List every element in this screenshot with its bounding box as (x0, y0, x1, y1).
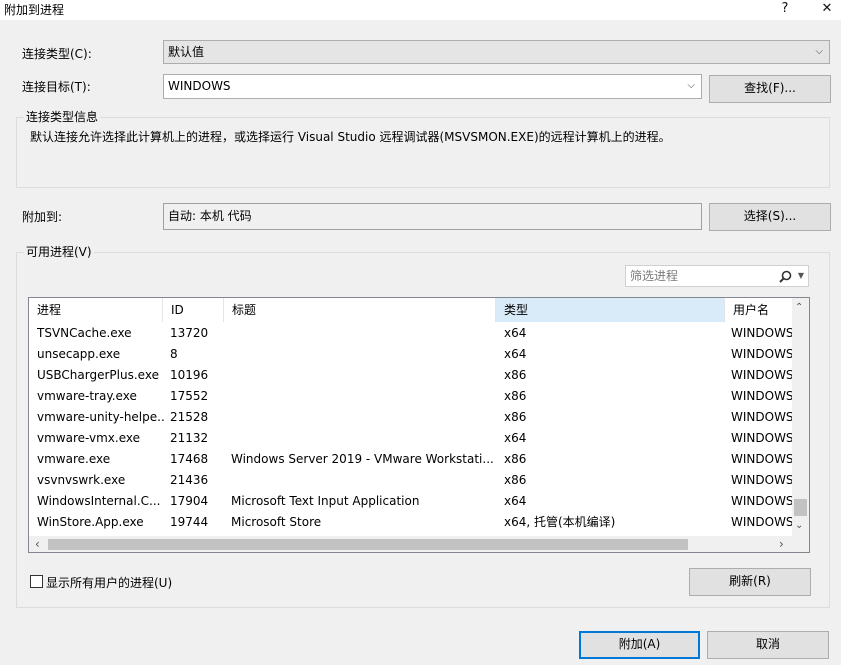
table-row[interactable]: WindowsInternal.C... 17904 Microsoft Text … (29, 491, 793, 512)
cell-process: TSVNCache.exe (37, 326, 132, 340)
vertical-scroll-thumb[interactable] (794, 499, 807, 516)
column-header-type[interactable]: 类型 (496, 298, 725, 322)
cell-id: 17904 (170, 494, 209, 508)
cell-username: WINDOWS (731, 326, 793, 340)
process-list[interactable]: 进程 ID 标题 类型 用户名 TSVNCache.exe 13720 x64 WIN… (28, 297, 810, 553)
column-header-title[interactable]: 标题 (224, 298, 496, 322)
table-row[interactable]: vmware.exe 17468 Windows Server 2019 - VMw… (29, 449, 793, 470)
cell-id: 21132 (170, 431, 209, 445)
cell-id: 17468 (170, 452, 209, 466)
cell-id: 10196 (170, 368, 209, 382)
cell-type: x64 (504, 494, 527, 508)
cell-process: USBChargerPlus.exe (37, 368, 159, 382)
cell-title: Windows Server 2019 - VMware Workstati..… (231, 452, 493, 466)
cell-type: x64 (504, 431, 527, 445)
connection-target-label: 连接目标(T): (22, 80, 91, 94)
cell-type: x86 (504, 389, 527, 403)
cancel-button[interactable]: 取消 (707, 631, 829, 659)
cell-type: x64 (504, 347, 527, 361)
dropdown-arrow-icon[interactable]: ▼ (798, 266, 804, 286)
table-row[interactable]: unsecapp.exe 8 x64 WINDOWS (29, 344, 793, 365)
cell-process: unsecapp.exe (37, 347, 121, 361)
cell-type: x86 (504, 410, 527, 424)
search-icon[interactable] (779, 270, 792, 283)
cell-type: x64, 托管(本机编译) (504, 515, 616, 529)
cell-username: WINDOWS (731, 515, 793, 529)
horizontal-scrollbar[interactable]: ‹ › (29, 536, 793, 552)
scroll-up-icon[interactable]: ⌃ (795, 302, 803, 313)
attach-to-value: 自动: 本机 代码 (168, 209, 252, 223)
connection-info-text: 默认连接允许选择此计算机上的进程，或选择运行 Visual Studio 远程调… (30, 130, 671, 144)
cell-username: WINDOWS (731, 368, 793, 382)
cell-type: x86 (504, 368, 527, 382)
table-row[interactable]: vsvnvswrk.exe 21436 x86 WINDOWS (29, 470, 793, 491)
cell-process: WindowsInternal.C... (37, 494, 161, 508)
column-header-id[interactable]: ID (163, 298, 224, 322)
cell-type: x86 (504, 473, 527, 487)
cell-process: vsvnvswrk.exe (37, 473, 126, 487)
scroll-right-icon[interactable]: › (779, 536, 784, 552)
close-icon[interactable]: ✕ (812, 0, 841, 20)
cell-title: Microsoft Store (231, 515, 322, 529)
cell-username: WINDOWS (731, 452, 793, 466)
cell-type: x64 (504, 326, 527, 340)
cell-username: WINDOWS (731, 494, 793, 508)
cell-id: 19744 (170, 515, 209, 529)
table-row[interactable]: WinStore.App.exe 19744 Microsoft Store x64,… (29, 512, 793, 533)
help-icon[interactable]: ? (770, 0, 800, 20)
connection-type-select[interactable]: 默认值 ⌵ (163, 40, 830, 64)
cell-process: vmware-vmx.exe (37, 431, 141, 445)
cell-id: 21528 (170, 410, 209, 424)
filter-processes-input[interactable]: 筛选进程 ▼ (625, 265, 809, 287)
connection-target-value: WINDOWS (168, 79, 231, 93)
available-processes-label: 可用进程(V) (24, 243, 94, 260)
vertical-scrollbar[interactable]: ⌃ ⌄ (792, 298, 809, 537)
cell-id: 21436 (170, 473, 209, 487)
attach-to-label: 附加到: (22, 210, 63, 224)
cell-id: 13720 (170, 326, 209, 340)
table-row[interactable]: vmware-tray.exe 17552 x86 WINDOWS (29, 386, 793, 407)
attach-button[interactable]: 附加(A) (579, 631, 700, 659)
select-button[interactable]: 选择(S)... (709, 203, 831, 231)
title-bar: 附加到进程 ? ✕ (0, 0, 841, 20)
cell-title: Microsoft Text Input Application (231, 494, 420, 508)
refresh-button[interactable]: 刷新(R) (689, 568, 811, 596)
filter-placeholder: 筛选进程 (630, 269, 679, 283)
cell-id: 8 (170, 347, 178, 361)
find-button[interactable]: 查找(F)... (709, 75, 831, 103)
column-header-username[interactable]: 用户名 (725, 298, 793, 322)
cell-username: WINDOWS (731, 389, 793, 403)
scroll-corner (793, 536, 809, 552)
connection-target-input[interactable]: WINDOWS ⌵ (163, 74, 702, 99)
connection-type-label: 连接类型(C): (22, 47, 92, 61)
show-all-users-label[interactable]: 显示所有用户的进程(U) (46, 574, 172, 591)
table-row[interactable]: TSVNCache.exe 13720 x64 WINDOWS (29, 323, 793, 344)
scroll-left-icon[interactable]: ‹ (35, 536, 40, 552)
cell-id: 17552 (170, 389, 209, 403)
scroll-down-icon[interactable]: ⌄ (795, 520, 803, 531)
show-all-users-checkbox[interactable] (30, 575, 43, 588)
connection-type-value: 默认值 (168, 45, 205, 59)
cell-username: WINDOWS (731, 473, 793, 487)
table-row[interactable]: vmware-vmx.exe 21132 x64 WINDOWS (29, 428, 793, 449)
cell-process: vmware-unity-helpe... (37, 410, 165, 424)
cell-type: x86 (504, 452, 527, 466)
column-header-process[interactable]: 进程 (29, 298, 163, 322)
cell-process: vmware.exe (37, 452, 111, 466)
table-row[interactable]: vmware-unity-helpe... 21528 x86 WINDOWS (29, 407, 793, 428)
horizontal-scroll-thumb[interactable] (48, 539, 688, 550)
table-row[interactable]: USBChargerPlus.exe 10196 x86 WINDOWS (29, 365, 793, 386)
attach-to-field: 自动: 本机 代码 (163, 203, 702, 230)
cell-username: WINDOWS (731, 347, 793, 361)
chevron-down-icon[interactable]: ⌵ (687, 75, 695, 97)
cell-username: WINDOWS (731, 410, 793, 424)
cell-username: WINDOWS (731, 431, 793, 445)
cell-process: vmware-tray.exe (37, 389, 137, 403)
chevron-down-icon: ⌵ (815, 46, 823, 57)
window-title: 附加到进程 (4, 3, 65, 17)
connection-info-title: 连接类型信息 (24, 108, 101, 125)
cell-process: WinStore.App.exe (37, 515, 144, 529)
